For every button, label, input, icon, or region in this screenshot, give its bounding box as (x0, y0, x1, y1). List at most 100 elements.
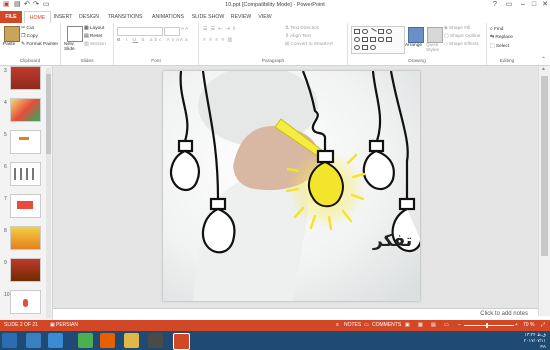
shape-rect-icon[interactable] (354, 29, 360, 34)
chrome-icon[interactable] (78, 333, 93, 348)
arrange-icon[interactable] (408, 27, 424, 43)
paste-icon[interactable] (4, 26, 20, 42)
shape-line-icon[interactable] (369, 27, 377, 36)
shapes-gallery[interactable] (351, 26, 405, 54)
slide-thumbnail-7[interactable] (10, 194, 41, 218)
shape-circle-icon[interactable] (386, 29, 392, 34)
notes-button[interactable]: NOTES (344, 320, 361, 331)
slide-sorter-icon[interactable]: ▦ (418, 320, 423, 331)
zoom-in-icon[interactable]: + (515, 320, 518, 331)
tab-file[interactable]: FILE (0, 11, 22, 23)
quick-styles-button[interactable]: Quick Styles (426, 43, 442, 53)
file-explorer-icon[interactable] (124, 333, 139, 348)
comments-button[interactable]: COMMENTS (372, 320, 401, 331)
shape-curve-icon[interactable] (354, 45, 360, 50)
align-buttons[interactable]: ≡ ≡ ≡ ≡ ▥ (203, 38, 233, 43)
slide-thumbnail-9[interactable] (10, 258, 41, 282)
language-indicator[interactable]: PERSIAN (56, 320, 78, 331)
find-button[interactable]: ⌕ Find (490, 26, 503, 32)
align-text-button[interactable]: ⇕ Align Text (285, 34, 311, 39)
font-color-icon[interactable]: A (176, 38, 179, 43)
close-button[interactable]: ✕ (538, 0, 550, 10)
new-slide-button[interactable]: New Slide (64, 42, 84, 52)
zoom-out-icon[interactable]: – (458, 320, 461, 331)
reset-button[interactable]: ▤ Reset (84, 34, 102, 39)
quick-styles-icon[interactable] (427, 27, 443, 43)
new-slide-icon[interactable] (67, 26, 83, 42)
fit-slide-icon[interactable]: ⤢ (541, 320, 545, 331)
text-direction-button[interactable]: ⇅ Text Direction (285, 26, 319, 31)
normal-view-icon[interactable]: ▣ (405, 320, 410, 331)
zoom-level[interactable]: 70 % (523, 320, 534, 331)
cut-button[interactable]: ✂ Cut (21, 26, 34, 31)
scroll-up-icon[interactable]: ▲ (541, 66, 546, 72)
grow-font-icon[interactable]: A A (181, 27, 188, 32)
smartart-icon: ⊞ (285, 42, 290, 47)
tab-view[interactable]: VIEW (255, 11, 275, 23)
paste-button[interactable]: Paste (3, 42, 15, 47)
internet-explorer-icon[interactable] (48, 333, 63, 348)
copy-button[interactable]: ❐ Copy (21, 34, 38, 39)
layout-button[interactable]: ▦ Layout (84, 26, 104, 31)
shape-square-icon[interactable] (378, 29, 384, 34)
editor-scrollbar[interactable]: ▲ (538, 66, 550, 316)
thumbnail-scroll-knob[interactable] (46, 74, 51, 154)
slide-thumbnail-5[interactable] (10, 130, 41, 154)
slide-counter: SLIDE 2 OF 21 (4, 322, 38, 328)
reading-view-icon[interactable]: ▤ (431, 320, 436, 331)
slide-thumbnail-3[interactable] (10, 66, 41, 90)
slide-thumbnail-4[interactable] (10, 98, 41, 122)
tab-animations[interactable]: ANIMATIONS (148, 11, 188, 23)
editing-group-label: Editing (499, 59, 515, 64)
slideshow-view-icon[interactable]: ▭ (444, 320, 449, 331)
shape-arrow-icon[interactable] (370, 37, 376, 42)
select-button[interactable]: ⬚ Select (490, 44, 509, 49)
effects-icon: ◇ (444, 42, 448, 47)
editor-scroll-knob[interactable] (541, 76, 548, 256)
section-icon: ▥ (84, 42, 89, 47)
format-painter-button[interactable]: ✎ Format Painter (21, 42, 58, 47)
shape-effects-button[interactable]: ◇ Shape Effects (444, 42, 479, 47)
tab-transitions[interactable]: TRANSITIONS (105, 11, 145, 23)
zoom-slider[interactable] (464, 325, 514, 326)
copy-label: Copy (26, 34, 38, 39)
language-icon[interactable]: ▣ (50, 320, 55, 331)
tab-review[interactable]: REVIEW (228, 11, 254, 23)
shape-outline-button[interactable]: ▢ Shape Outline (444, 34, 480, 39)
slide-canvas[interactable]: تفكر (163, 71, 420, 301)
shape-triangle-icon[interactable] (362, 37, 368, 42)
media-player-icon[interactable] (148, 333, 163, 348)
input-language[interactable]: FA (524, 344, 546, 350)
powerpoint-task-icon[interactable] (173, 333, 190, 350)
convert-smartart-button[interactable]: ⊞ Convert to SmartArt (285, 42, 333, 47)
font-size-box[interactable] (164, 27, 180, 36)
slide-thumbnail-10[interactable] (10, 290, 41, 314)
slide-thumbnail-8[interactable] (10, 226, 41, 250)
arrange-button[interactable]: Arrange (405, 43, 422, 48)
section-button[interactable]: ▥ Section (84, 42, 106, 47)
slide-caption[interactable]: تفكر (373, 231, 412, 251)
shape-smiley-icon[interactable] (370, 45, 376, 50)
slide-thumbnail-6[interactable] (10, 162, 41, 186)
outline-icon: ▢ (444, 34, 449, 39)
firefox-icon[interactable] (100, 333, 115, 348)
replace-button[interactable]: ⇆ Replace (490, 35, 513, 40)
font-name-box[interactable] (117, 27, 163, 36)
zoom-slider-thumb[interactable] (486, 323, 488, 328)
shape-brace-icon[interactable] (362, 45, 368, 50)
help-icon[interactable]: ? (488, 0, 502, 10)
shape-ellipse-icon[interactable] (354, 37, 360, 42)
collapse-ribbon-icon[interactable]: ⌃ (541, 56, 546, 63)
shape-oval-icon[interactable] (362, 29, 368, 34)
telegram-icon[interactable] (26, 333, 41, 348)
tab-design[interactable]: DESIGN (78, 11, 100, 23)
shape-star-icon[interactable] (386, 37, 392, 42)
shape-fill-button[interactable]: ◈ Shape Fill (444, 26, 470, 31)
shape-rounded-icon[interactable] (378, 37, 384, 42)
tab-slide-show[interactable]: SLIDE SHOW (190, 11, 226, 23)
ribbon-display-icon[interactable]: ▭ (502, 0, 516, 10)
list-buttons[interactable]: ☰ ☰ ⇤ ⇥ ‖ (203, 27, 236, 32)
start-button-icon[interactable] (2, 333, 17, 348)
thumbnail-scrollbar[interactable] (46, 68, 51, 318)
tab-insert[interactable]: INSERT (52, 11, 74, 23)
